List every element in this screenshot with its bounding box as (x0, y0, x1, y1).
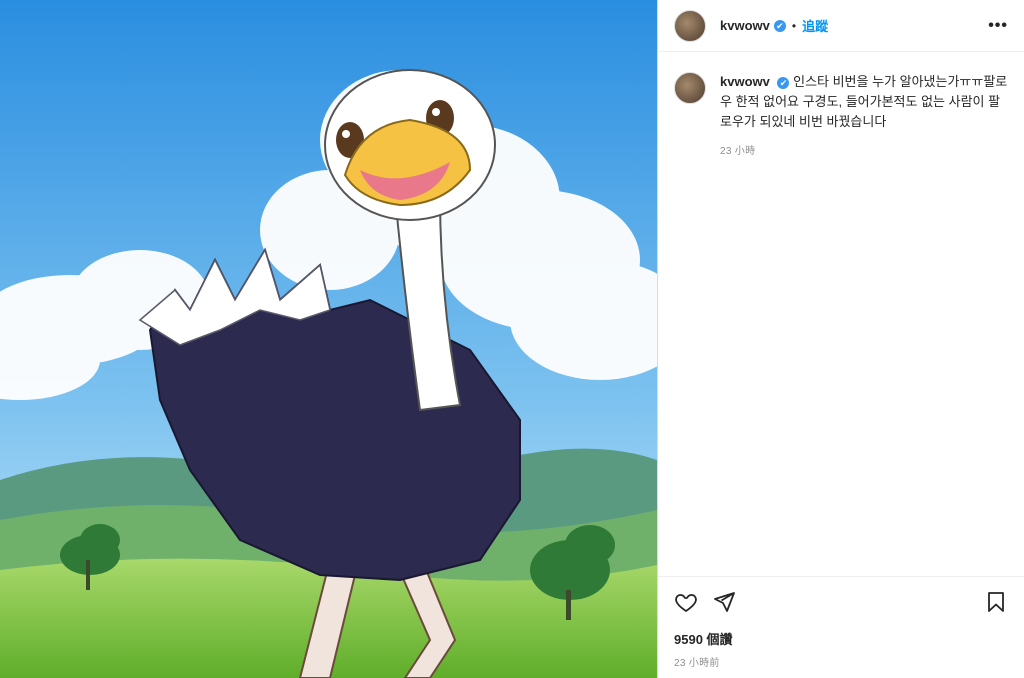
post-timestamp[interactable]: 23 小時前 (674, 654, 1008, 669)
post-actions: 9590 個讚 23 小時前 (658, 576, 1024, 669)
verified-badge-icon: ✔ (777, 76, 790, 89)
username-link[interactable]: kvwowv (720, 18, 770, 33)
caption-timestamp[interactable]: 23 小時 (720, 142, 1008, 162)
caption-username[interactable]: kvwowv (720, 74, 770, 89)
post-image[interactable] (0, 0, 657, 678)
post-header: kvwowv ✔ • 追蹤 ••• (658, 0, 1024, 52)
separator-dot: • (791, 18, 797, 33)
bookmark-icon[interactable] (984, 590, 1008, 614)
like-count[interactable]: 9590 個讚 (674, 629, 1008, 648)
action-icons (674, 589, 1008, 615)
verified-badge-icon: ✔ (773, 19, 786, 32)
avatar[interactable] (674, 9, 706, 42)
caption: kvwowv ✔ 인스타 비번을 누가 알아냈는가ㅠㅠ팔로우 한적 없어요 구경… (658, 52, 1024, 162)
share-icon[interactable] (712, 590, 736, 614)
follow-button[interactable]: 追蹤 (802, 16, 828, 35)
caption-avatar[interactable] (674, 72, 706, 104)
caption-body: kvwowv ✔ 인스타 비번을 누가 알아냈는가ㅠㅠ팔로우 한적 없어요 구경… (720, 72, 1008, 162)
ostrich-illustration (0, 0, 657, 678)
more-options-icon[interactable]: ••• (988, 17, 1008, 35)
heart-icon[interactable] (674, 590, 698, 614)
post-side-panel: kvwowv ✔ • 追蹤 ••• kvwowv ✔ 인스타 비번을 누가 알아… (657, 0, 1024, 678)
